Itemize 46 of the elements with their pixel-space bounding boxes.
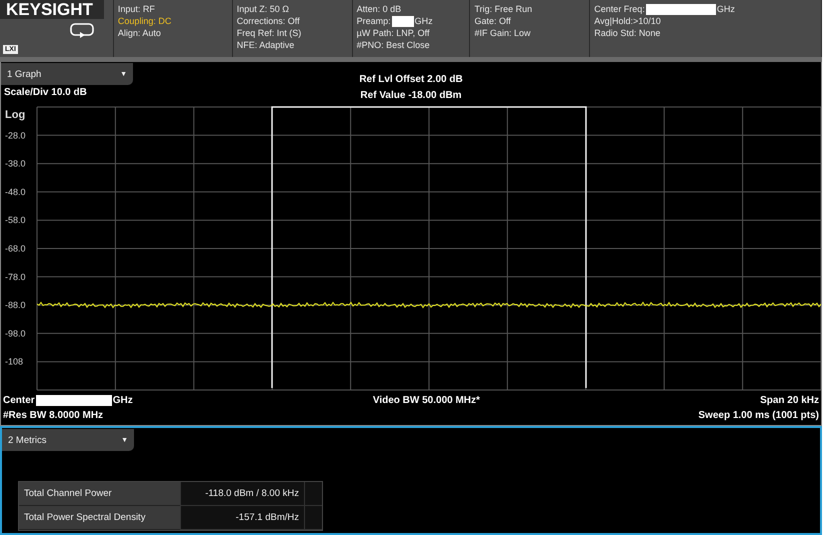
status-text: Input: RF (118, 3, 155, 15)
status-text: Avg|Hold:>10/10 (594, 15, 661, 27)
y-axis-label: -28.0 (5, 130, 26, 140)
y-axis-label: -68.0 (5, 244, 26, 254)
status-text: µW Path: LNP, Off (356, 27, 430, 39)
metric-label: Total Power Spectral Density (19, 506, 180, 530)
status-text: NFE: Adaptive (236, 39, 294, 51)
status-text: Corrections: Off (236, 15, 300, 27)
redaction-block (646, 4, 716, 14)
ref-value-label: Ref Value -18.00 dBm (360, 89, 462, 103)
y-axis-label: -98.0 (5, 328, 26, 338)
status-text: #PNO: Best Close (356, 39, 430, 51)
redaction-block (392, 16, 414, 26)
status-text: Radio Std: None (594, 27, 660, 39)
scale-type-label: Log (5, 109, 26, 121)
y-axis-label: -58.0 (5, 215, 26, 226)
metric-value: -118.0 dBm / 8.00 kHz (180, 482, 305, 506)
y-axis-label: -48.0 (5, 186, 26, 197)
sweep-label: Sweep 1.00 ms (1001 pts) (698, 408, 819, 422)
metric-label: Total Channel Power (19, 482, 180, 506)
span-label: Span 20 kHz (760, 394, 819, 408)
unit-text: GHz (112, 394, 133, 408)
status-text: Coupling: DC (118, 15, 172, 27)
scale-label: Scale/Div 10.0 dB (3, 86, 88, 100)
center-label: Center (3, 394, 35, 408)
logo: KEYSIGHT (0, 0, 104, 19)
status-text: Center Freq: (594, 3, 645, 15)
status-text: Align: Auto (118, 27, 161, 39)
unit-text: GHz (716, 3, 735, 15)
status-text: Atten: 0 dB (356, 3, 402, 15)
y-axis-label: -88.0 (5, 300, 26, 310)
video-bw-label: Video BW 50.000 MHz* (372, 394, 480, 408)
metric-value: -157.1 dBm/Hz (180, 506, 305, 530)
status-text: Preamp: (356, 15, 391, 27)
ref-offset-label: Ref Lvl Offset 2.00 dB (359, 73, 463, 87)
status-text: Input Z: 50 Ω (236, 3, 289, 15)
status-text: Gate: Off (474, 15, 511, 27)
y-axis-label: -38.0 (5, 158, 26, 169)
y-axis-label: -78.0 (5, 272, 26, 282)
status-text: Freq Ref: Int (S) (236, 27, 302, 39)
status-text: Trig: Free Run (474, 3, 532, 15)
status-text: #IF Gain: Low (474, 27, 530, 39)
unit-text: GHz (414, 15, 433, 27)
y-axis-label: -108 (5, 356, 24, 367)
res-bw-label: #Res BW 8.0000 MHz (3, 408, 104, 422)
return-icon[interactable] (70, 23, 94, 39)
